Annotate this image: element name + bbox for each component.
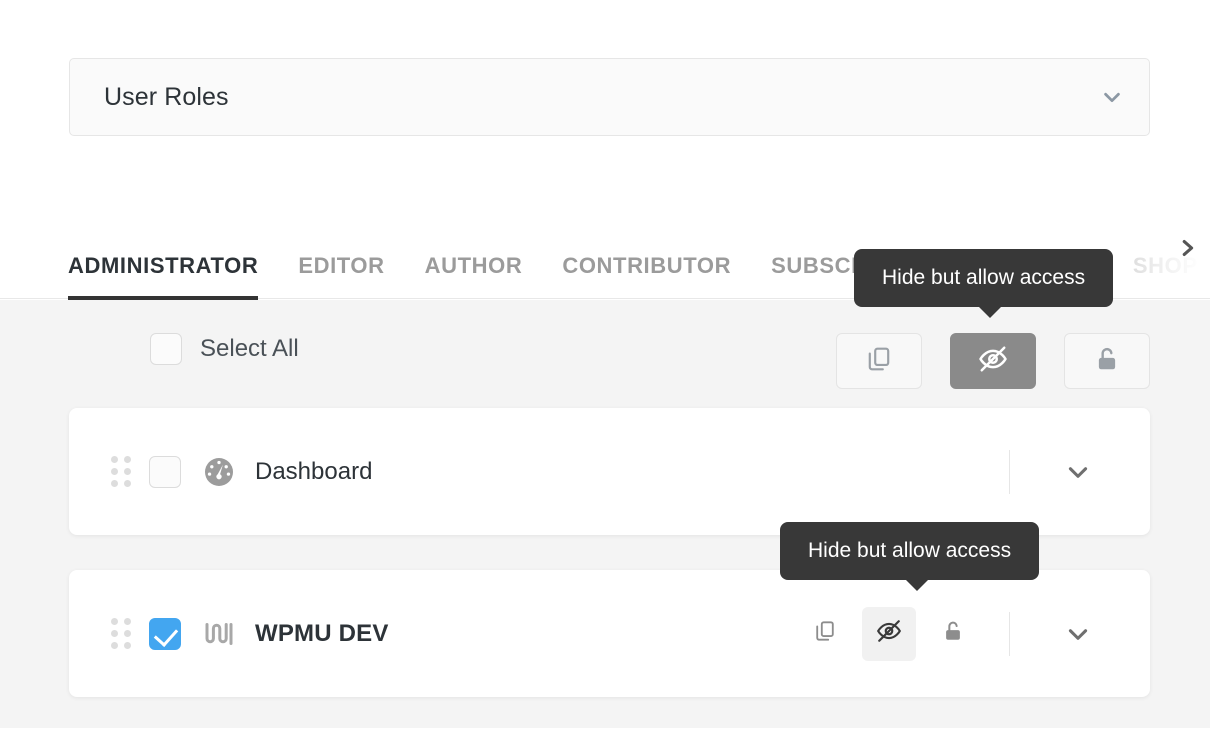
- user-roles-select-label: User Roles: [104, 82, 229, 111]
- drag-dot: [124, 642, 131, 649]
- bulk-action-toolbar: Select All: [0, 328, 1210, 396]
- bulk-duplicate-button[interactable]: [836, 333, 922, 389]
- menu-item-row-dashboard[interactable]: Dashboard: [69, 408, 1150, 535]
- eye-off-icon: [876, 618, 902, 649]
- chevron-down-icon: [1068, 466, 1088, 478]
- chevron-down-icon: [1101, 86, 1123, 108]
- drag-dot: [111, 480, 118, 487]
- bulk-hide-button[interactable]: [950, 333, 1036, 389]
- select-all-checkbox[interactable]: [150, 333, 182, 365]
- tabs-next-button[interactable]: [1172, 232, 1202, 264]
- drag-dot: [124, 456, 131, 463]
- tab-author[interactable]: AUTHOR: [425, 218, 523, 300]
- drag-dot: [111, 642, 118, 649]
- row-checkbox-wpmudev[interactable]: [149, 617, 181, 650]
- drag-dot: [124, 468, 131, 475]
- row-label-wpmudev: WPMU DEV: [255, 619, 389, 647]
- drag-dot: [111, 456, 118, 463]
- drag-dot: [111, 630, 118, 637]
- chevron-down-icon: [1068, 628, 1088, 640]
- row-action-buttons-wpmudev: [798, 606, 980, 661]
- gauge-icon: [202, 455, 236, 489]
- row-checkbox-dashboard[interactable]: [149, 455, 181, 488]
- user-roles-page: User Roles ADMINISTRATOR EDITOR AUTHOR CONT…: [0, 0, 1220, 754]
- row-divider: [1009, 611, 1010, 656]
- drag-handle[interactable]: [111, 618, 131, 650]
- drag-dot: [124, 618, 131, 625]
- duplicate-icon: [866, 344, 892, 379]
- tooltip-row-hide: Hide but allow access: [780, 522, 1040, 591]
- tab-contributor[interactable]: CONTRIBUTOR: [562, 218, 731, 300]
- user-roles-select[interactable]: User Roles: [69, 58, 1150, 136]
- row-unlock-button[interactable]: [926, 607, 980, 661]
- row-expand-button-wpmudev[interactable]: [1058, 614, 1098, 654]
- menu-item-row-wpmudev[interactable]: WPMU DEV: [69, 570, 1150, 697]
- row-duplicate-button[interactable]: [798, 607, 852, 661]
- row-hide-button[interactable]: [862, 606, 916, 661]
- chevron-right-icon: [1182, 240, 1194, 256]
- drag-dot: [124, 480, 131, 487]
- row-label-dashboard: Dashboard: [255, 457, 373, 485]
- row-divider: [1009, 449, 1010, 494]
- row-expand-button-dashboard[interactable]: [1058, 452, 1098, 492]
- drag-dot: [124, 630, 131, 637]
- wpmudev-logo-icon: [202, 617, 236, 651]
- drag-dot: [111, 618, 118, 625]
- select-all-control[interactable]: Select All: [150, 333, 299, 365]
- select-all-label: Select All: [200, 335, 299, 362]
- tab-administrator[interactable]: ADMINISTRATOR: [68, 218, 259, 300]
- eye-off-icon: [978, 344, 1008, 379]
- duplicate-icon: [814, 618, 836, 649]
- unlock-icon: [1094, 344, 1120, 379]
- drag-dot: [111, 468, 118, 475]
- unlock-icon: [942, 618, 964, 649]
- bulk-action-buttons: [836, 333, 1150, 389]
- tooltip-bulk-hide: Hide but allow access: [854, 249, 1114, 318]
- tab-editor[interactable]: EDITOR: [298, 218, 384, 300]
- bulk-unlock-button[interactable]: [1064, 333, 1150, 389]
- drag-handle[interactable]: [111, 456, 131, 488]
